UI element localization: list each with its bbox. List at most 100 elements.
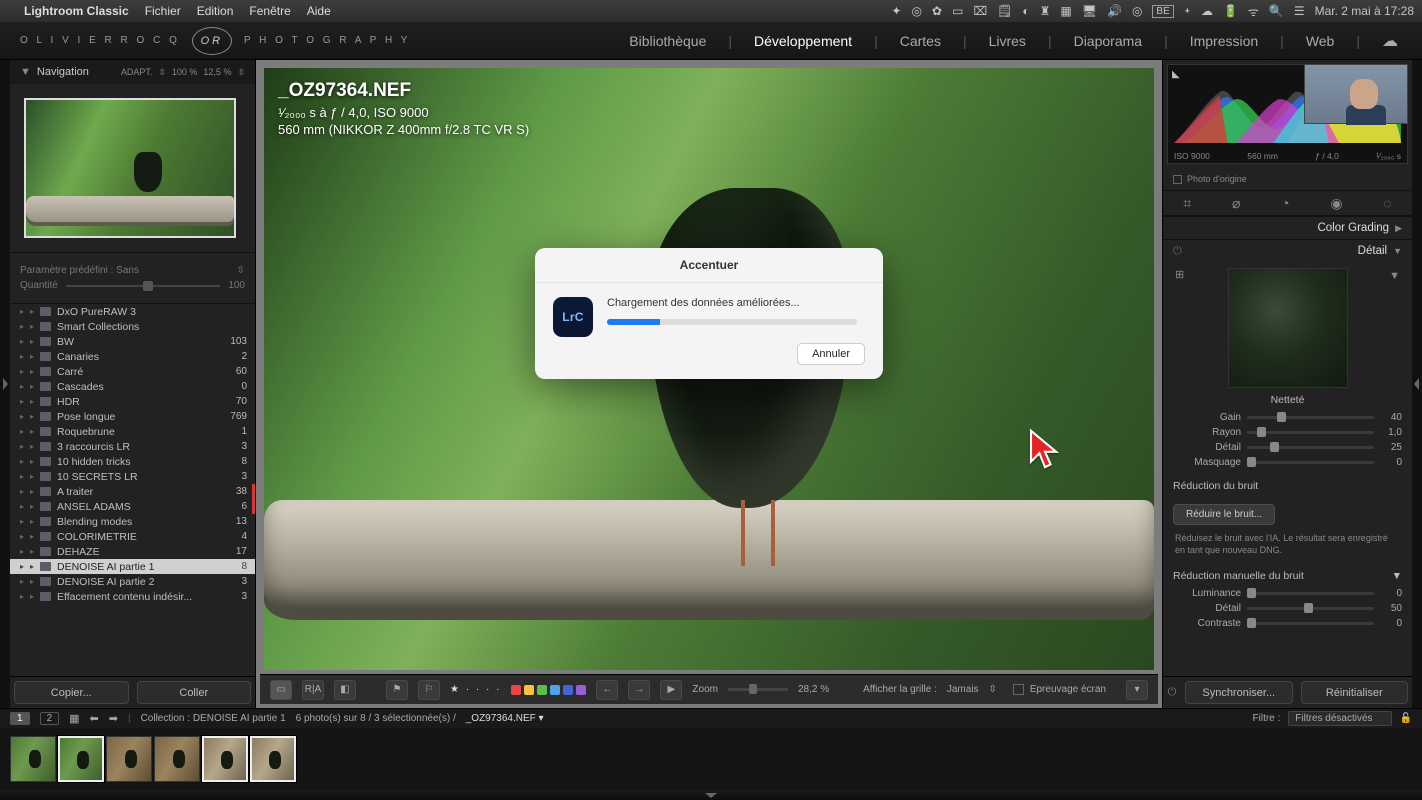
grid-value[interactable]: Jamais xyxy=(947,684,979,695)
menu-fichier[interactable]: Fichier xyxy=(145,4,181,18)
search-icon[interactable]: 🔍 xyxy=(1269,4,1284,18)
navigator-preview[interactable] xyxy=(24,98,236,238)
flag-reject-icon[interactable]: ⚐ xyxy=(418,680,440,700)
soft-proof[interactable]: Epreuvage écran xyxy=(1013,684,1106,695)
next-photo-icon[interactable]: → xyxy=(628,680,650,700)
filmstrip[interactable] xyxy=(0,728,1422,790)
filmstrip-thumb[interactable] xyxy=(10,736,56,782)
play-icon[interactable]: ▶ xyxy=(660,680,682,700)
lum-slider[interactable] xyxy=(1247,592,1374,595)
menu-fenetre[interactable]: Fenêtre xyxy=(249,4,290,18)
filmstrip-thumb[interactable] xyxy=(154,736,200,782)
copy-button[interactable]: Copier... xyxy=(14,681,129,704)
menu-aide[interactable]: Aide xyxy=(307,4,331,18)
left-rail[interactable] xyxy=(0,60,10,708)
bluetooth-icon[interactable]: ᛭ xyxy=(1184,4,1191,18)
collection-item[interactable]: ▸▸Blending modes13 xyxy=(10,514,255,529)
crop-tool-icon[interactable]: ⌗ xyxy=(1183,195,1191,212)
fit-label[interactable]: ADAPT. xyxy=(121,67,153,78)
status-icon[interactable]: ✿ xyxy=(932,4,942,18)
preset-menu-icon[interactable]: ⇳ xyxy=(237,265,245,276)
nav-fwd-icon[interactable]: ➡ xyxy=(109,712,118,725)
rayon-slider[interactable] xyxy=(1247,431,1374,434)
panel-color-grading[interactable]: Color Grading ▶ xyxy=(1163,217,1412,239)
collection-item[interactable]: ▸▸DENOISE AI partie 18 xyxy=(10,559,255,574)
status-icon[interactable]: ▦ xyxy=(1060,4,1071,18)
color-label-dot[interactable] xyxy=(511,685,521,695)
filmstrip-thumb[interactable] xyxy=(250,736,296,782)
grid-icon[interactable]: ▦ xyxy=(69,712,79,725)
module-cartes[interactable]: Cartes xyxy=(896,33,945,49)
module-impression[interactable]: Impression xyxy=(1186,33,1262,49)
mask-slider[interactable] xyxy=(1247,461,1374,464)
collection-item[interactable]: ▸▸A traiter38 xyxy=(10,484,255,499)
status-icon[interactable]: ✦ xyxy=(891,4,901,18)
module-bibliotheque[interactable]: Bibliothèque xyxy=(625,33,710,49)
filmstrip-thumb[interactable] xyxy=(106,736,152,782)
collection-path[interactable]: Collection : DENOISE AI partie 1 xyxy=(141,713,286,724)
denoise-button[interactable]: Réduire le bruit... xyxy=(1173,504,1275,525)
collection-item[interactable]: ▸▸ANSEL ADAMS6 xyxy=(10,499,255,514)
collection-item[interactable]: ▸▸BW103 xyxy=(10,334,255,349)
rating-stars[interactable]: ★ · · · · xyxy=(450,684,501,695)
zoom-100[interactable]: 100 % xyxy=(172,67,198,78)
filter-lock-icon[interactable]: 🔓 xyxy=(1400,713,1412,724)
redeye-tool-icon[interactable]: ◉ xyxy=(1330,195,1342,212)
filmstrip-thumb[interactable] xyxy=(58,736,104,782)
sync-button[interactable]: Synchroniser... xyxy=(1185,681,1293,704)
color-label-dot[interactable] xyxy=(524,685,534,695)
menu-edition[interactable]: Edition xyxy=(197,4,234,18)
module-diaporama[interactable]: Diaporama xyxy=(1070,33,1146,49)
panel-detail-header[interactable]: ⏻ Détail ▼ xyxy=(1163,240,1412,262)
navigator-header[interactable]: ▼ Navigation ADAPT.⇳ 100 % 12,5 %⇳ xyxy=(10,60,255,84)
original-checkbox[interactable] xyxy=(1173,175,1182,184)
collection-item[interactable]: ▸▸Canaries2 xyxy=(10,349,255,364)
detail-slider[interactable] xyxy=(1247,446,1374,449)
language-indicator[interactable]: BE xyxy=(1152,5,1173,18)
sync-icon[interactable]: ☁ xyxy=(1201,4,1213,18)
status-icon[interactable]: ♜ xyxy=(1040,4,1051,18)
detail-preview[interactable] xyxy=(1228,268,1348,388)
color-label-dot[interactable] xyxy=(537,685,547,695)
collection-item[interactable]: ▸▸Effacement contenu indésir...3 xyxy=(10,589,255,604)
module-livres[interactable]: Livres xyxy=(985,33,1030,49)
original-photo-toggle[interactable]: Photo d'origine xyxy=(1163,168,1412,190)
softproof-checkbox[interactable] xyxy=(1013,684,1024,695)
cancel-button[interactable]: Annuler xyxy=(797,343,865,365)
status-icon[interactable]: ⌧ xyxy=(973,4,987,18)
panel-visibility-icon[interactable]: ⏻ xyxy=(1173,245,1182,258)
status-icon[interactable]: 🖥 xyxy=(1082,4,1097,18)
filmstrip-grip[interactable] xyxy=(0,790,1422,800)
collection-item[interactable]: ▸▸3 raccourcis LR3 xyxy=(10,439,255,454)
before-after-icon[interactable]: R|A xyxy=(302,680,324,700)
status-icon[interactable]: ◐ xyxy=(1022,4,1029,18)
radial-tool-icon[interactable]: ◌ xyxy=(1383,195,1391,211)
collection-item[interactable]: ▸▸DENOISE AI partie 23 xyxy=(10,574,255,589)
battery-icon[interactable]: 🔋 xyxy=(1223,4,1238,18)
cloud-sync-icon[interactable]: ☁ xyxy=(1378,31,1402,51)
status-icon[interactable]: ◎ xyxy=(911,4,921,18)
wifi-icon[interactable]: ᯤ xyxy=(1248,3,1259,20)
clock[interactable]: Mar. 2 mai à 17:28 xyxy=(1315,4,1414,18)
flag-icon[interactable]: ⚑ xyxy=(386,680,408,700)
sound-icon[interactable]: 🔊 xyxy=(1107,4,1122,18)
collection-item[interactable]: ▸▸Roquebrune1 xyxy=(10,424,255,439)
collection-item[interactable]: ▸▸Carré60 xyxy=(10,364,255,379)
monitor-2[interactable]: 2 xyxy=(40,712,60,725)
collection-item[interactable]: ▸▸10 hidden tricks8 xyxy=(10,454,255,469)
compare-split-icon[interactable]: ◧ xyxy=(334,680,356,700)
color-label-dot[interactable] xyxy=(550,685,560,695)
filter-dropdown[interactable]: Filtres désactivés xyxy=(1288,711,1391,726)
nm-contrast-slider[interactable] xyxy=(1247,622,1374,625)
collection-item[interactable]: ▸▸10 SECRETS LR3 xyxy=(10,469,255,484)
collection-item[interactable]: ▸▸DEHAZE17 xyxy=(10,544,255,559)
color-label-dot[interactable] xyxy=(576,685,586,695)
detail-zoom-target-icon[interactable]: ⊞ xyxy=(1175,268,1184,281)
monitor-1[interactable]: 1 xyxy=(10,712,30,725)
heal-tool-icon[interactable]: ⌀ xyxy=(1232,195,1240,212)
paste-button[interactable]: Coller xyxy=(137,681,252,704)
right-rail[interactable] xyxy=(1412,60,1422,708)
nm-detail-slider[interactable] xyxy=(1247,607,1374,610)
collection-item[interactable]: ▸▸Pose longue769 xyxy=(10,409,255,424)
collection-item[interactable]: ▸▸DxO PureRAW 3 xyxy=(10,304,255,319)
